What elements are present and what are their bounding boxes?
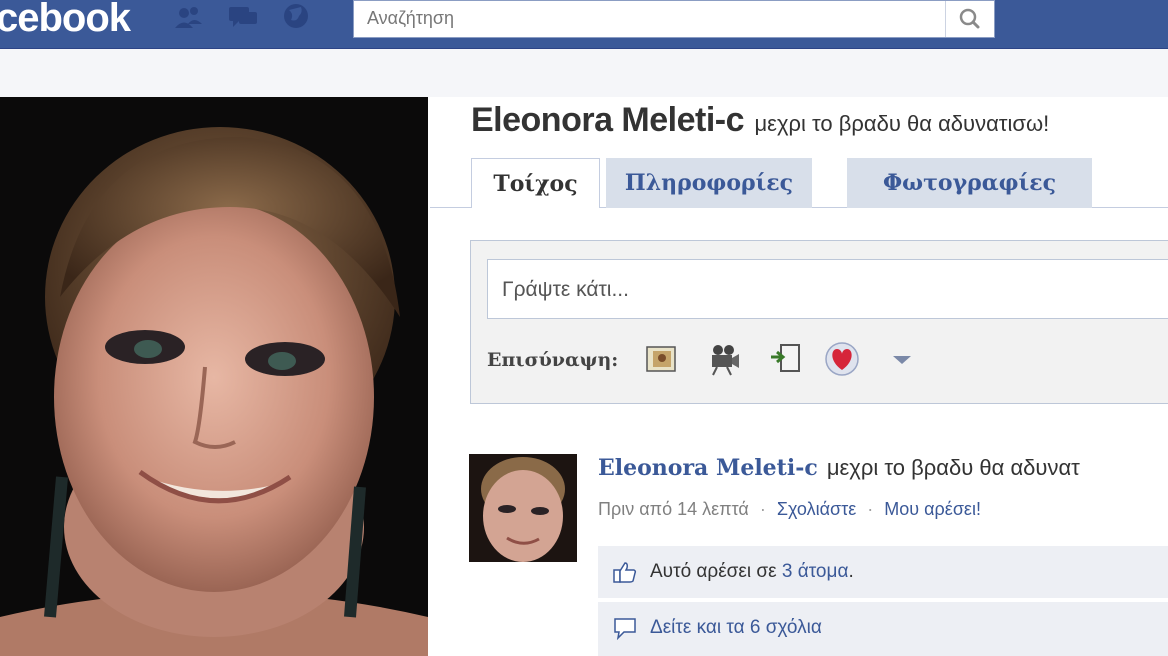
post-header: Eleonora Meleti-c μεχρι το βραδυ θα αδυν… [598,455,1080,481]
likes-prefix: Αυτό αρέσει σε [650,561,777,582]
video-icon[interactable] [705,341,743,377]
facebook-logo[interactable]: cebook [0,0,131,41]
tab-info[interactable]: Πληροφορίες [606,158,812,208]
post-text: μεχρι το βραδυ θα αδυνατ [826,455,1080,480]
post-author-photo [469,454,577,562]
meta-separator: · [759,499,766,519]
profile-name[interactable]: Eleonora Meleti-c [471,101,745,139]
search-bar[interactable]: Αναζήτηση [353,0,995,38]
search-input[interactable]: Αναζήτηση [367,8,454,29]
heart-icon[interactable] [823,341,861,377]
composer-input-field[interactable]: Γράψτε κάτι... [487,259,1168,319]
meta-separator: · [867,499,874,519]
photo-icon[interactable] [643,341,681,377]
profile-picture[interactable] [0,97,428,656]
link-icon[interactable] [767,341,805,377]
comment-bubble-icon [614,618,636,640]
view-all-comments-link[interactable]: Δείτε και τα 6 σχόλια [650,617,822,639]
top-navigation-bar: cebook Αναζήτηση [0,0,1168,49]
search-button[interactable] [945,1,994,37]
notifications-globe-icon[interactable] [279,0,313,34]
profile-status: μεχρι το βραδυ θα αδυνατισω! [754,111,1050,136]
likes-row: Αυτό αρέσει σε 3 άτομα. [598,546,1168,598]
thumbs-up-icon [613,562,637,583]
likes-text: Αυτό αρέσει σε 3 άτομα. [650,561,854,583]
status-composer: Γράψτε κάτι... Επισύναψη: [470,240,1168,404]
comment-link[interactable]: Σχολιάστε [777,499,856,519]
profile-name-status: Eleonora Meleti-c μεχρι το βραδυ θα αδυν… [471,101,1049,140]
profile-photo-image [0,97,428,656]
likes-count-link[interactable]: 3 άτομα [782,561,849,582]
post-author-thumbnail[interactable] [469,454,577,562]
header-spacer [0,49,1168,97]
like-link[interactable]: Μου αρέσει! [884,499,981,519]
post-timestamp[interactable]: Πριν από 14 λεπτά [598,499,749,519]
messages-icon[interactable] [226,0,260,34]
tab-photos[interactable]: Φωτογραφίες [847,158,1092,208]
post-meta: Πριν από 14 λεπτά · Σχολιάστε · Μου αρέσ… [598,499,981,520]
likes-suffix: . [848,561,854,582]
comments-row[interactable]: Δείτε και τα 6 σχόλια [598,602,1168,656]
composer-placeholder: Γράψτε κάτι... [502,278,629,301]
tab-wall[interactable]: Τοίχος [471,158,600,208]
attach-label: Επισύναψη: [487,349,619,371]
search-icon [959,8,980,29]
friend-requests-icon[interactable] [172,0,206,34]
dropdown-arrow-icon[interactable] [883,341,921,377]
post-author-name[interactable]: Eleonora Meleti-c [598,455,818,481]
